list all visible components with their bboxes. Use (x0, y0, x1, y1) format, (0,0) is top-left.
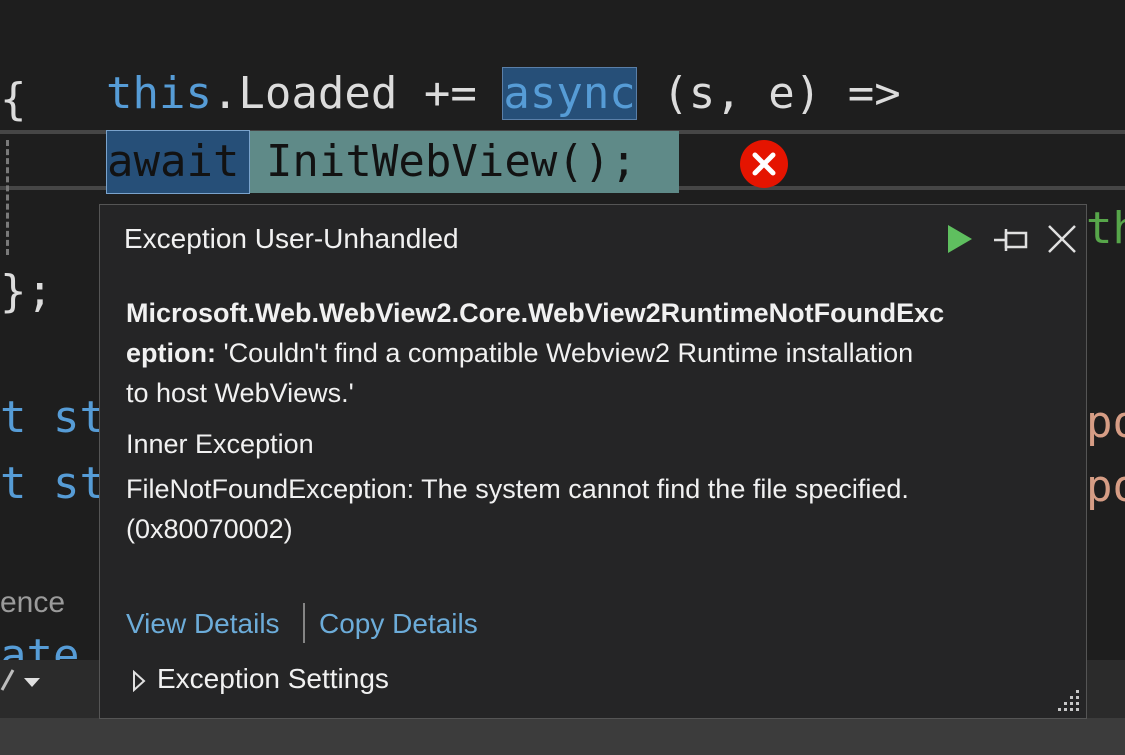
error-icon (740, 140, 788, 188)
code-line-3: await InitWebView(); (107, 131, 637, 193)
chevron-down-icon[interactable] (22, 676, 42, 688)
code-right-partial-1: th (1086, 203, 1125, 254)
code-text: InitWebView(); (239, 136, 637, 187)
inner-exception-message: FileNotFoundException: The system cannot… (126, 469, 1026, 549)
code-line-1: this.Loaded += async (s, e) => (0, 4, 901, 120)
code-right-partial-2: ро (1086, 397, 1125, 448)
continue-icon (948, 225, 972, 253)
copy-details-link[interactable]: Copy Details (319, 608, 478, 640)
view-details-link[interactable]: View Details (126, 608, 280, 640)
pin-button[interactable] (992, 223, 1032, 257)
keyword-async-highlighted: async (502, 67, 637, 120)
continue-button[interactable] (942, 221, 976, 257)
close-button[interactable] (1044, 221, 1080, 257)
indent-guide (6, 140, 9, 255)
inner-exception-label: Inner Exception (126, 429, 314, 459)
exception-message-text: 'Couldn't find a compatible Webview2 Run… (215, 338, 914, 368)
code-right-partial-3: ро (1086, 461, 1125, 512)
keyword-await: await (107, 136, 240, 187)
code-line-2: { (0, 74, 27, 125)
inner-exception-text: FileNotFoundException: The system cannot… (126, 474, 909, 504)
exception-message: Microsoft.Web.WebView2.Core.WebView2Runt… (126, 293, 1046, 413)
expand-chevron-icon (133, 670, 146, 692)
exception-settings-label: Exception Settings (157, 663, 389, 694)
exception-message-text-continued: to host WebViews.' (126, 378, 354, 408)
exception-type-continued: eption: (126, 338, 216, 368)
exception-popup: Exception User-Unhandled Microsoft.Web.W… (99, 204, 1087, 719)
resize-grip-icon[interactable] (1056, 688, 1082, 714)
pencil-icon[interactable] (0, 664, 16, 694)
exception-type: Microsoft.Web.WebView2.Core.WebView2Runt… (126, 298, 945, 328)
close-icon (1048, 225, 1076, 253)
popup-title: Exception User-Unhandled (124, 223, 459, 254)
keyword-this: this (105, 68, 212, 119)
code-line-8-partial: ate (0, 630, 80, 660)
reference-count-label[interactable]: ence (0, 586, 65, 620)
code-text: .Loaded += (211, 68, 504, 119)
code-line-6-partial: t st (0, 392, 106, 443)
bottom-panel-bar (0, 718, 1125, 755)
pin-icon (994, 229, 1028, 251)
code-text: (s, e) => (635, 68, 901, 119)
code-line-5: }; (0, 266, 53, 317)
inner-exception-code: (0x80070002) (126, 514, 293, 544)
link-separator (303, 603, 305, 643)
code-line-7-partial: t st (0, 458, 106, 509)
